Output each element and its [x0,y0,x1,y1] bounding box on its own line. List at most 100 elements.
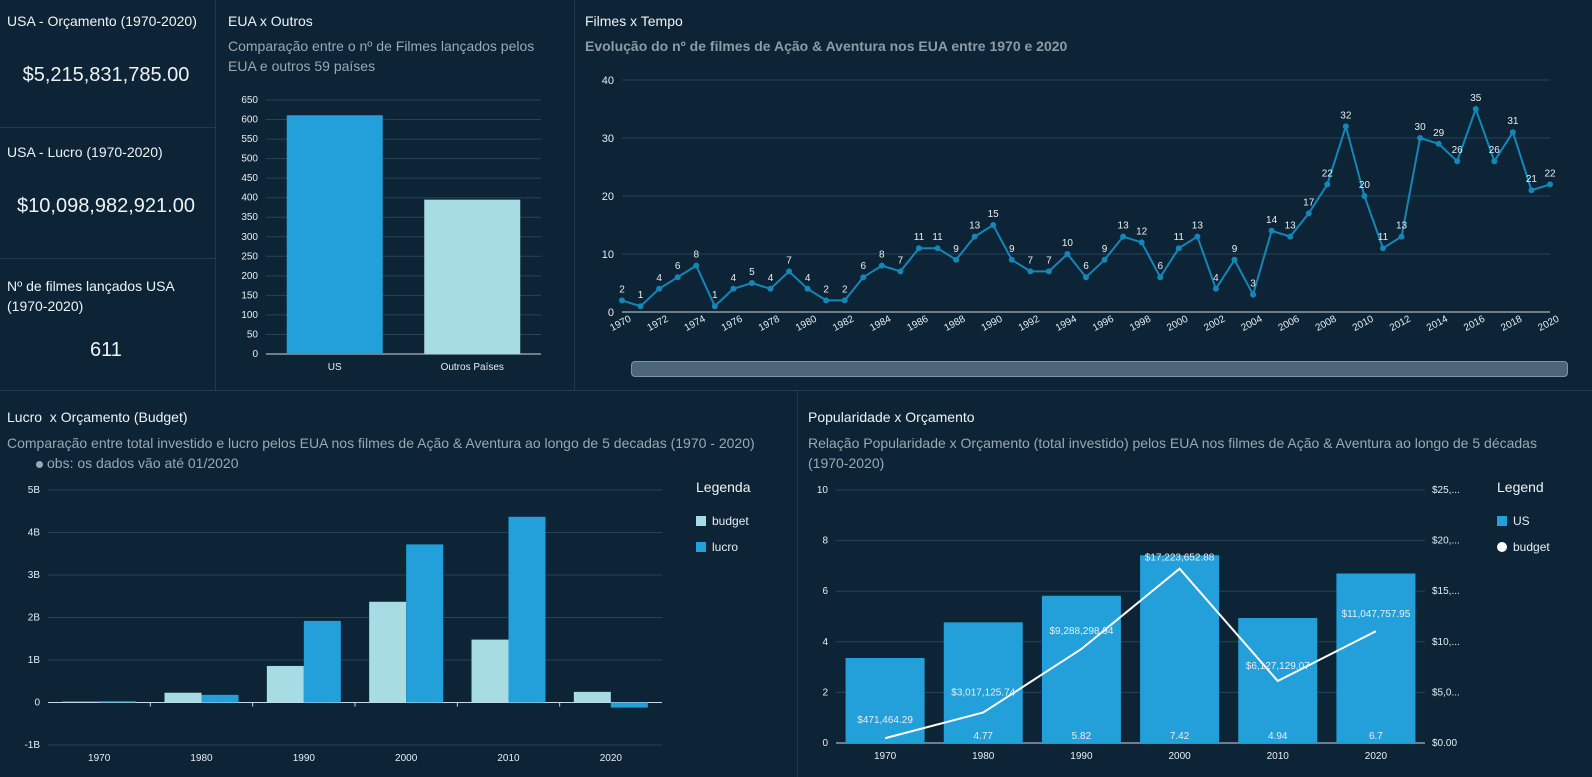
data-label: 7 [786,255,792,266]
time-range-scrollbar[interactable] [631,361,1568,377]
data-point [1212,285,1219,292]
data-label: 6 [675,261,681,272]
data-label: 11 [1174,232,1185,243]
data-point [786,268,793,275]
data-point [619,297,625,304]
legend-label-budget: budget [1513,540,1550,554]
data-label: 6 [1083,261,1089,272]
data-point [1120,233,1127,240]
y-tick-label: 350 [241,212,258,223]
budget-value-label: $3,017,125.74 [951,687,1015,698]
budget-value-label: $17,223,652.88 [1145,553,1215,564]
data-point [656,285,663,292]
data-point [878,262,885,269]
y-tick-label: 20 [602,191,614,203]
legend-item-budget[interactable]: budget [696,514,749,528]
y-tick-label: 200 [241,271,258,282]
y2-tick-label: $15,... [1432,586,1460,597]
bar-lucro-1970 [99,701,137,703]
x-tick-label: 1970 [88,753,111,764]
data-label: 9 [1009,244,1015,255]
data-label: 26 [1489,145,1501,156]
data-point [1472,106,1479,112]
y-tick-label: 4 [822,637,828,648]
x-tick-label: 2020 [600,753,623,764]
popularidade-chart: 0 $0.00 2 $5,0... 4 $10,... 6 $15,... 8 $20,... 10… [817,485,1460,762]
legend-swatch-lucro [696,542,706,552]
y-tick-label: 300 [241,232,258,243]
data-point [1101,256,1108,263]
data-point [971,233,978,240]
data-point [674,274,681,281]
legend-item-us[interactable]: US [1497,514,1530,528]
y-tick-label: 2B [28,613,41,624]
x-tick-label: 2020 [1536,314,1561,334]
data-label: 11 [1378,232,1389,243]
bar-lucro-2020 [610,702,648,708]
y-tick-label: 5B [28,485,41,496]
x-tick-label: 1980 [972,751,995,762]
bar-us-1990 [1041,595,1121,743]
data-point [1083,274,1089,281]
bar-us-1980 [943,622,1023,743]
kpi-budget-title: USA - Orçamento (1970-2020) [7,13,197,29]
data-label: 13 [1118,221,1130,232]
x-tick-label: 2016 [1462,314,1487,334]
kpi-budget-panel: USA - Orçamento (1970-2020) $5,215,831,7… [0,0,216,128]
y-tick-label: 450 [241,173,258,184]
data-point [1045,268,1052,275]
data-point [841,297,848,304]
bar-us-2000 [1140,555,1220,743]
bar-budget-1970 [62,701,100,703]
bar-us [286,115,383,355]
data-label: 11 [932,232,943,243]
data-label: 8 [693,250,699,261]
x-tick-label: 1986 [905,314,930,334]
x-tick-label: 1992 [1017,314,1042,334]
data-label: 26 [1452,145,1464,156]
y-tick-label: 0 [608,307,614,319]
data-label: 2 [842,284,848,295]
data-label: 3 [1250,279,1256,290]
x-tick-label: 1994 [1054,314,1079,334]
data-point [934,245,941,252]
data-label: 30 [1415,122,1427,133]
bar-value-label: 5.82 [1072,731,1092,742]
x-tick-label: 1980 [794,314,819,334]
y-tick-label: 40 [602,75,614,87]
legend-item-budget[interactable]: budget [1497,540,1550,554]
kpi-profit-panel: USA - Lucro (1970-2020) $10,098,982,921.… [0,128,216,259]
data-point [860,274,867,281]
y-tick-label: 6 [822,586,828,597]
data-point [915,245,922,252]
budget-value-label: $6,127,129.07 [1246,661,1310,672]
y-tick-label: 0 [822,738,828,749]
data-label: 14 [1266,215,1278,226]
data-label: 9 [1232,244,1238,255]
data-point [1509,129,1516,136]
legend-item-lucro[interactable]: lucro [696,540,738,554]
data-point [1268,227,1275,234]
data-point [1324,181,1331,188]
data-point [1064,251,1071,257]
data-label: 31 [1507,116,1519,127]
x-tick-label: 2006 [1277,314,1302,334]
x-tick-label: 2010 [1267,751,1290,762]
data-point [693,262,700,269]
bar-lucro-2000 [406,544,444,703]
x-tick-label: 2008 [1314,314,1339,334]
bar-budget-2010 [471,639,509,703]
x-tick-label: 1970 [874,751,897,762]
x-tick-label: 1996 [1091,314,1116,334]
y-tick-label: 400 [241,193,258,204]
data-label: 10 [1062,238,1074,249]
x-tick-label: 1990 [980,314,1005,334]
data-point [1379,245,1386,252]
kpi-profit-value: $10,098,982,921.00 [17,195,195,217]
y-tick-label: 30 [602,133,614,145]
x-tick-label: 2000 [1165,314,1190,334]
x-tick-label: 2002 [1202,314,1227,334]
y-tick-label: -1B [24,740,40,751]
data-point [1175,245,1182,252]
data-label: 6 [860,261,866,272]
